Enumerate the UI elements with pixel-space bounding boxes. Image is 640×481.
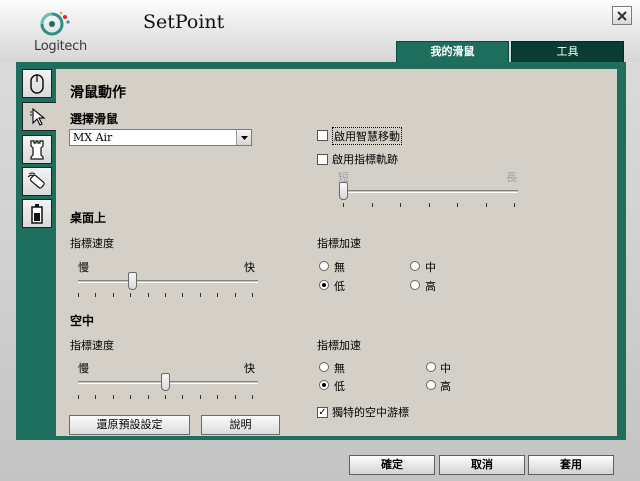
ok-button[interactable]: 確定 [349, 455, 435, 475]
slider-tick [95, 395, 96, 399]
slider-tick [113, 395, 114, 399]
slider-tick [200, 293, 201, 297]
slider-tick [217, 293, 218, 297]
slider-tick [130, 293, 131, 297]
battery-icon [31, 203, 43, 224]
chevron-down-icon [240, 135, 248, 140]
slider-tick [252, 395, 253, 399]
sidebar-item-mouse[interactable] [22, 69, 52, 98]
slider-tick [457, 203, 458, 207]
air-speed-label: 指標速度 [70, 339, 114, 352]
desktop-title: 桌面上 [70, 211, 107, 225]
slider-tick [217, 395, 218, 399]
slider-tick [182, 293, 183, 297]
air-title: 空中 [70, 314, 95, 328]
cancel-button[interactable]: 取消 [439, 455, 525, 475]
slider-tick [252, 293, 253, 297]
slider-tick [343, 203, 344, 207]
air-accel-high-label: 高 [440, 380, 451, 393]
slider-tick [235, 395, 236, 399]
slider-tick [95, 293, 96, 297]
air-accel-none-radio[interactable] [319, 362, 329, 372]
desktop-accel-none-label: 無 [334, 261, 345, 274]
slider-tick [165, 293, 166, 297]
settings-panel: 滑鼠動作 選擇滑鼠 啟用智慧移動 啟用指標軌跡 短 長 桌面上 指標速度 慢 快… [56, 69, 617, 436]
tab-tools[interactable]: 工具 [511, 41, 624, 63]
chess-rook-icon [30, 139, 44, 160]
app-title: SetPoint [143, 11, 225, 33]
remote-icon [27, 172, 45, 189]
apply-button[interactable]: 套用 [528, 455, 614, 475]
desktop-accel-mid-radio[interactable] [410, 261, 420, 271]
air-slow-label: 慢 [78, 362, 89, 375]
air-accel-mid-label: 中 [440, 362, 451, 375]
air-speed-thumb[interactable] [161, 373, 170, 391]
logitech-logo: Logitech [24, 8, 94, 58]
section-title: 滑鼠動作 [70, 85, 126, 101]
slider-tick [113, 293, 114, 297]
select-mouse-label: 選擇滑鼠 [70, 112, 119, 126]
desktop-accel-none-radio[interactable] [319, 261, 329, 271]
unique-air-cursor-checkbox[interactable]: ✓ [317, 407, 328, 418]
pointer-icon [29, 107, 46, 126]
desktop-accel-low-radio[interactable] [319, 280, 329, 290]
slider-tick [148, 293, 149, 297]
air-accel-low-label: 低 [334, 380, 345, 393]
air-accel-high-radio[interactable] [426, 380, 436, 390]
desktop-speed-track [78, 280, 258, 283]
logo-text: Logitech [34, 39, 87, 54]
sidebar-item-game[interactable] [22, 135, 52, 164]
slider-tick [372, 203, 373, 207]
desktop-accel-mid-label: 中 [425, 261, 436, 274]
air-accel-none-label: 無 [334, 362, 345, 375]
smart-move-checkbox[interactable] [317, 130, 328, 141]
slider-tick [130, 395, 131, 399]
slider-tick [148, 395, 149, 399]
mouse-select[interactable]: MX Air [69, 129, 252, 146]
desktop-accel-high-radio[interactable] [410, 280, 420, 290]
slider-tick [486, 203, 487, 207]
trails-slider-track [340, 190, 518, 193]
desktop-fast-label: 快 [244, 261, 255, 274]
dropdown-button[interactable] [236, 130, 251, 145]
slider-tick [78, 395, 79, 399]
air-accel-mid-radio[interactable] [426, 362, 436, 372]
slider-tick [200, 395, 201, 399]
mouse-select-value: MX Air [73, 131, 113, 144]
pointer-trails-label: 啟用指標軌跡 [332, 153, 398, 166]
desktop-speed-label: 指標速度 [70, 237, 114, 250]
sidebar-item-remote[interactable] [22, 167, 52, 196]
setpoint-window: Logitech SetPoint 我的滑鼠 工具 滑鼠動作 選擇滑鼠 啟用智慧… [0, 0, 640, 481]
close-icon [617, 10, 627, 21]
slider-tick [78, 293, 79, 297]
air-fast-label: 快 [244, 362, 255, 375]
desktop-accel-high-label: 高 [425, 280, 436, 293]
smart-move-label: 啟用智慧移動 [332, 127, 402, 145]
mouse-icon [30, 73, 44, 94]
desktop-accel-low-label: 低 [334, 280, 345, 293]
pointer-trails-checkbox[interactable] [317, 154, 328, 165]
slider-tick [514, 203, 515, 207]
trails-slider-thumb[interactable] [339, 182, 348, 200]
tab-my-mouse[interactable]: 我的滑鼠 [396, 41, 509, 63]
air-accel-low-radio[interactable] [319, 380, 329, 390]
sidebar-item-battery[interactable] [22, 199, 52, 228]
desktop-accel-label: 指標加速 [317, 237, 361, 250]
help-button[interactable]: 說明 [201, 415, 280, 435]
desktop-slow-label: 慢 [78, 261, 89, 274]
slider-tick [400, 203, 401, 207]
slider-tick [165, 395, 166, 399]
sidebar-item-pointer[interactable] [22, 102, 56, 131]
unique-air-cursor-label: 獨特的空中游標 [332, 406, 409, 419]
slider-tick [235, 293, 236, 297]
trails-long-label: 長 [506, 171, 517, 184]
air-accel-label: 指標加速 [317, 339, 361, 352]
restore-defaults-button[interactable]: 還原預設設定 [69, 415, 190, 435]
slider-tick [182, 395, 183, 399]
close-button[interactable] [612, 6, 632, 25]
desktop-speed-thumb[interactable] [128, 272, 137, 290]
slider-tick [429, 203, 430, 207]
